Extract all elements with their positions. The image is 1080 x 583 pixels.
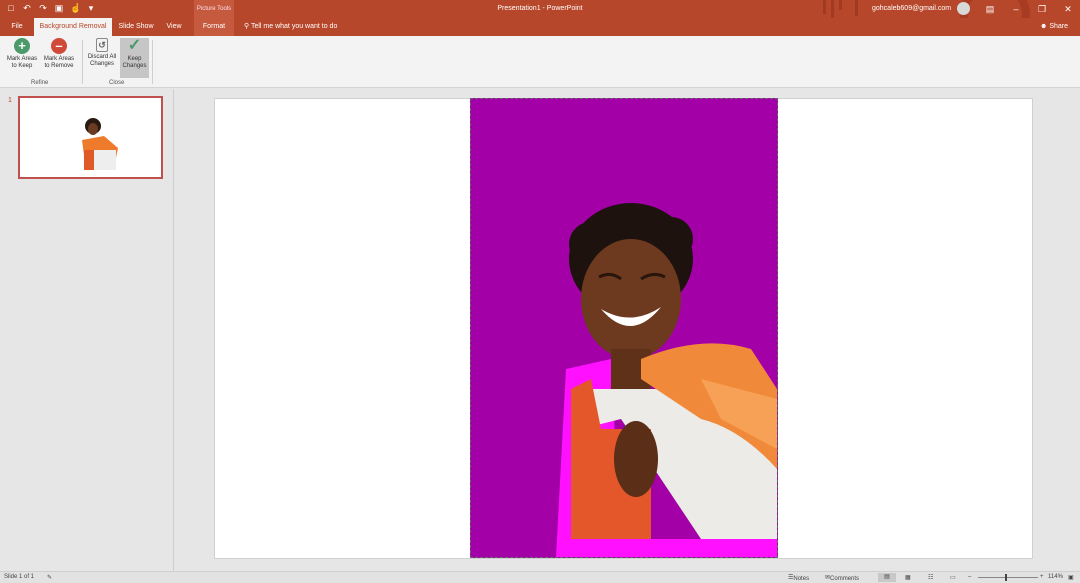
slide-sorter-icon[interactable]: ▦: [905, 574, 911, 581]
comments-label: Comments: [830, 576, 860, 582]
mark-remove-line1: Mark Areas: [43, 56, 75, 62]
quick-access-toolbar: □ ↶ ↷ ▣ ☝ ▾: [6, 3, 96, 13]
group-separator: [82, 40, 83, 84]
background-removal-picture[interactable]: [470, 98, 778, 558]
zoom-out-icon[interactable]: –: [968, 574, 971, 580]
fit-slide-icon[interactable]: ▣: [1068, 574, 1074, 581]
share-button[interactable]: ☻ Share: [1040, 18, 1068, 36]
mark-areas-to-keep-button[interactable]: + Mark Areas to Keep: [4, 38, 40, 78]
redo-icon[interactable]: ↷: [38, 3, 48, 13]
user-email[interactable]: gohcaleb609@gmail.com: [872, 0, 951, 18]
lightbulb-icon: ⚲: [244, 23, 250, 30]
zoom-slider-thumb[interactable]: [1005, 574, 1007, 581]
notes-button[interactable]: ☰ Notes: [788, 574, 809, 582]
tab-background-removal[interactable]: Background Removal: [34, 18, 112, 36]
reading-view-icon[interactable]: ☷: [928, 574, 933, 581]
keep-changes-button[interactable]: ✓ Keep Changes: [120, 38, 149, 78]
touch-mode-icon[interactable]: ☝: [70, 3, 81, 13]
discard-line2: Changes: [89, 61, 115, 67]
avatar[interactable]: [957, 2, 970, 15]
window-title: Presentation1 - PowerPoint: [497, 5, 583, 12]
share-label: Share: [1049, 23, 1069, 30]
slide-thumbnail[interactable]: [18, 96, 163, 179]
keep-line1: Keep: [127, 56, 142, 62]
normal-view-icon[interactable]: ▤: [878, 573, 896, 582]
zoom-in-icon[interactable]: +: [1040, 574, 1044, 580]
slide-number: 1: [8, 97, 12, 104]
group-label-refine: Refine: [31, 80, 49, 86]
notes-label: Notes: [793, 576, 810, 582]
comments-button[interactable]: ✉ Comments: [825, 574, 859, 582]
minimize-icon[interactable]: –: [1004, 0, 1028, 18]
tab-view[interactable]: View: [160, 18, 188, 36]
person-icon: ☻: [1040, 23, 1048, 30]
tell-me-box[interactable]: ⚲ Tell me what you want to do: [244, 18, 337, 36]
ribbon: + Mark Areas to Keep – Mark Areas to Rem…: [0, 36, 1080, 88]
decoration: [823, 0, 858, 18]
thumbnail-person-image: [82, 118, 118, 170]
zoom-slider[interactable]: [978, 577, 1038, 578]
tab-slide-show[interactable]: Slide Show: [114, 18, 158, 36]
group-label-close: Close: [109, 80, 125, 86]
spell-check-icon[interactable]: ✎: [47, 574, 52, 581]
slide-show-icon[interactable]: ▭: [950, 574, 956, 581]
slide-info: Slide 1 of 1: [4, 574, 35, 580]
customize-icon[interactable]: ▾: [86, 3, 96, 13]
mark-keep-line1: Mark Areas: [6, 56, 38, 62]
group-separator: [152, 40, 153, 84]
context-group-label: Picture Tools: [194, 0, 234, 18]
plus-icon: +: [14, 38, 30, 54]
close-icon[interactable]: ✕: [1056, 0, 1080, 18]
save-icon[interactable]: □: [6, 3, 16, 13]
title-bar: □ ↶ ↷ ▣ ☝ ▾ Picture Tools Presentation1 …: [0, 0, 1080, 50]
discard-all-changes-button[interactable]: ↺ Discard All Changes: [85, 38, 119, 78]
start-from-beginning-icon[interactable]: ▣: [54, 3, 64, 13]
checkmark-icon: ✓: [127, 37, 142, 54]
zoom-level[interactable]: 114%: [1048, 574, 1063, 580]
minus-icon: –: [51, 38, 67, 54]
mark-areas-to-remove-button[interactable]: – Mark Areas to Remove: [40, 38, 78, 78]
mark-remove-line2: to Remove: [44, 63, 74, 69]
tab-file[interactable]: File: [0, 18, 34, 36]
tell-me-text: Tell me what you want to do: [250, 23, 338, 30]
ribbon-display-icon[interactable]: ▤: [978, 0, 1002, 18]
restore-icon[interactable]: ❐: [1030, 0, 1054, 18]
status-bar: Slide 1 of 1 ✎ ☰ Notes ✉ Comments ▤ ▦ ☷ …: [0, 571, 1080, 583]
discard-line1: Discard All: [87, 54, 117, 60]
person-image: [471, 99, 777, 557]
mark-keep-line2: to Keep: [11, 63, 33, 69]
slide-thumbnail-pane: 1: [0, 89, 174, 571]
undo-icon[interactable]: ↶: [22, 3, 32, 13]
discard-icon: ↺: [96, 38, 108, 52]
ribbon-tabs: File Background Removal Slide Show View …: [0, 18, 1080, 36]
tab-format[interactable]: Format: [194, 18, 234, 36]
keep-line2: Changes: [122, 63, 147, 69]
